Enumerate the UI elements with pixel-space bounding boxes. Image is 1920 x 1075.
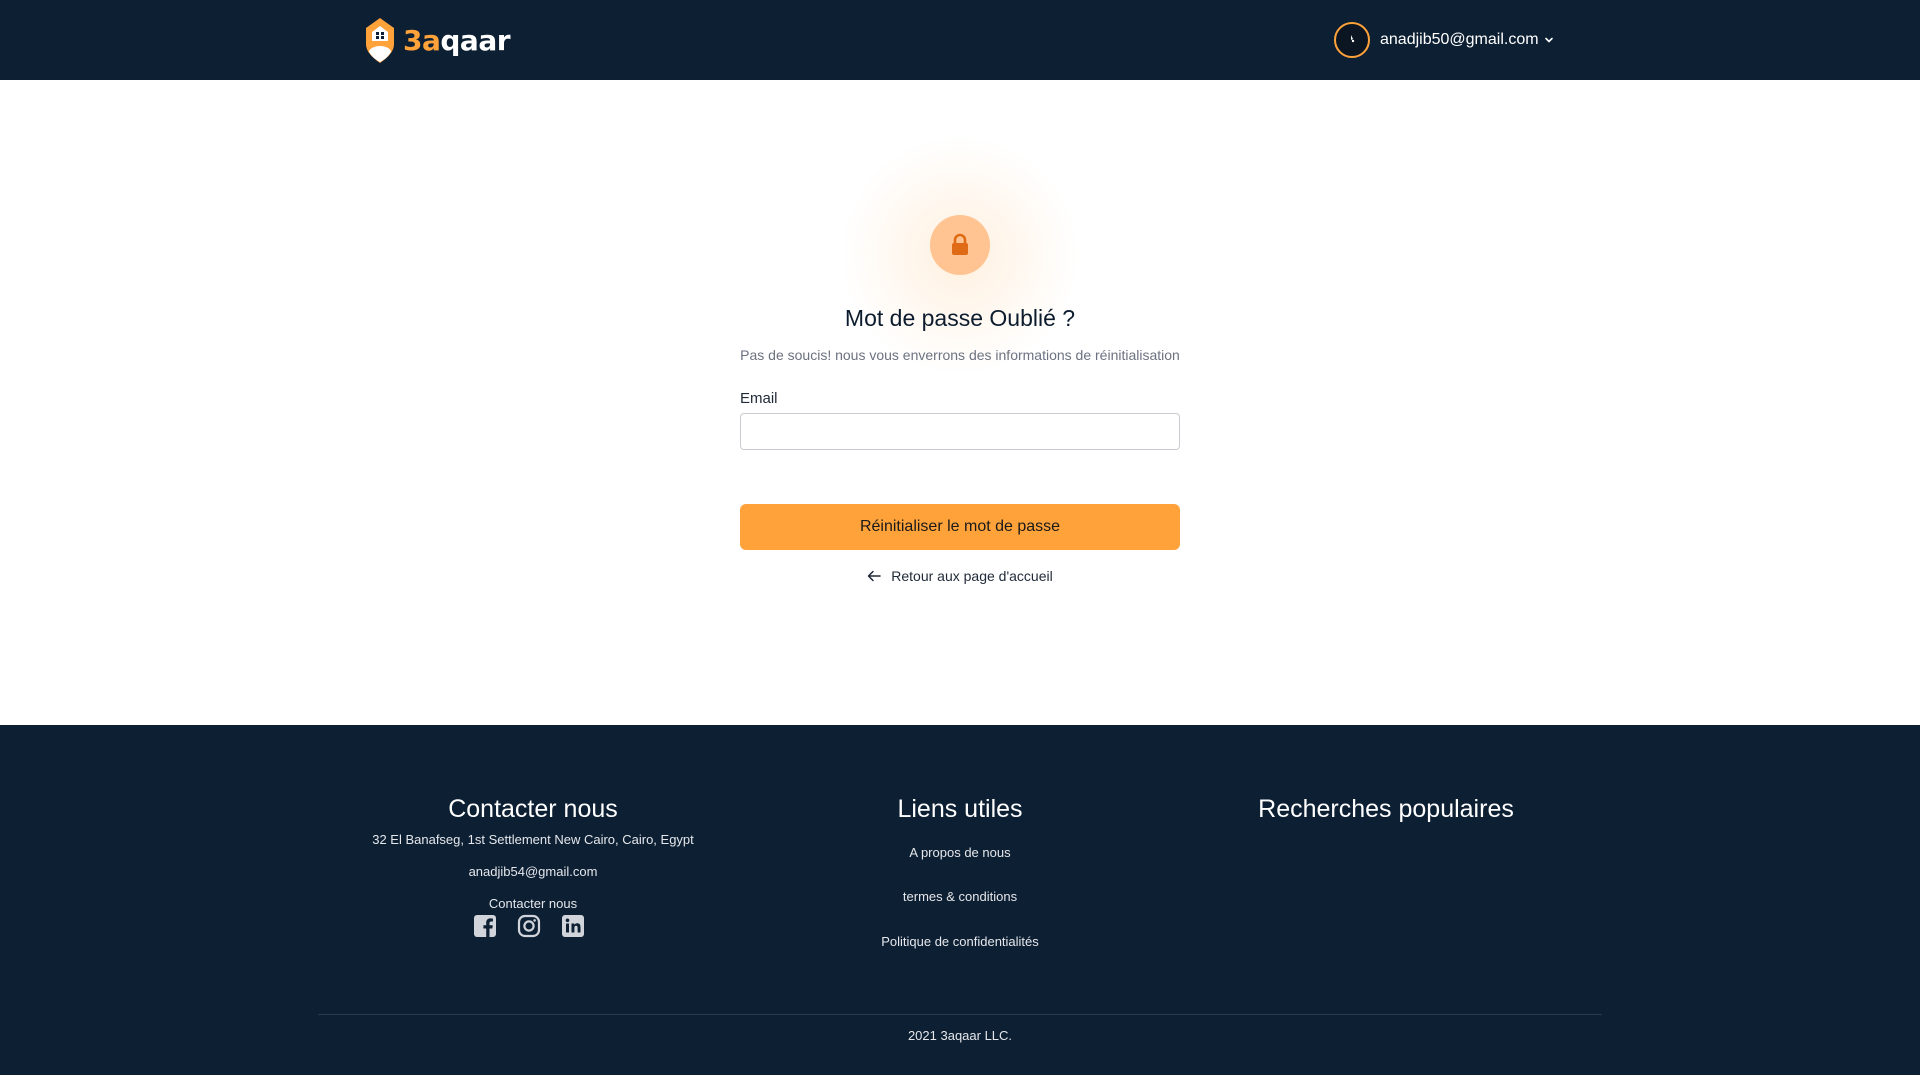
lock-icon <box>952 233 968 255</box>
email-label: Email <box>740 390 778 407</box>
contact-link[interactable]: Contacter nous <box>333 896 733 911</box>
footer-link-privacy[interactable]: Politique de confidentialités <box>810 934 1110 949</box>
linkedin-icon[interactable] <box>561 914 585 938</box>
user-email[interactable]: anadjib50@gmail.com <box>1380 31 1539 49</box>
email-field[interactable] <box>740 413 1180 450</box>
contact-email[interactable]: anadjib54@gmail.com <box>333 864 733 879</box>
footer-link-about[interactable]: A propos de nous <box>810 845 1110 860</box>
copyright: 2021 3aqaar LLC. <box>907 1028 1013 1043</box>
logo[interactable]: 3aqaar <box>363 15 511 65</box>
logo-pin-icon <box>366 18 394 63</box>
useful-links-title: Liens utiles <box>897 795 1023 823</box>
footer-divider <box>318 1014 1602 1015</box>
back-home-link[interactable]: Retour aux page d'accueil <box>0 568 1920 585</box>
logo-text-prefix: 3a <box>403 23 441 57</box>
logo-text-suffix: qaar <box>440 23 511 57</box>
social-links <box>473 914 585 938</box>
reset-password-button[interactable]: Réinitialiser le mot de passe <box>740 504 1180 550</box>
avatar-image-icon <box>1351 35 1355 43</box>
user-menu[interactable]: anadjib50@gmail.com <box>1334 20 1555 60</box>
page-subtitle: Pas de soucis! nous vous enverrons des i… <box>740 347 1180 363</box>
facebook-icon[interactable] <box>473 914 497 938</box>
lock-badge <box>930 215 990 275</box>
logo-text: 3aqaar <box>403 23 511 57</box>
instagram-icon[interactable] <box>517 914 541 938</box>
popular-searches-title: Recherches populaires <box>1258 795 1514 823</box>
top-navbar: 3aqaar anadjib50@gmail.com <box>0 0 1920 80</box>
back-home-label[interactable]: Retour aux page d'accueil <box>891 568 1052 584</box>
footer-link-terms[interactable]: termes & conditions <box>810 889 1110 904</box>
contact-title: Contacter nous <box>448 795 618 823</box>
arrow-left-icon <box>868 570 882 582</box>
page-title: Mot de passe Oublié ? <box>844 305 1076 331</box>
contact-address: 32 El Banafseg, 1st Settlement New Cairo… <box>372 832 694 847</box>
avatar[interactable] <box>1334 22 1370 58</box>
chevron-down-icon[interactable] <box>1543 34 1555 46</box>
